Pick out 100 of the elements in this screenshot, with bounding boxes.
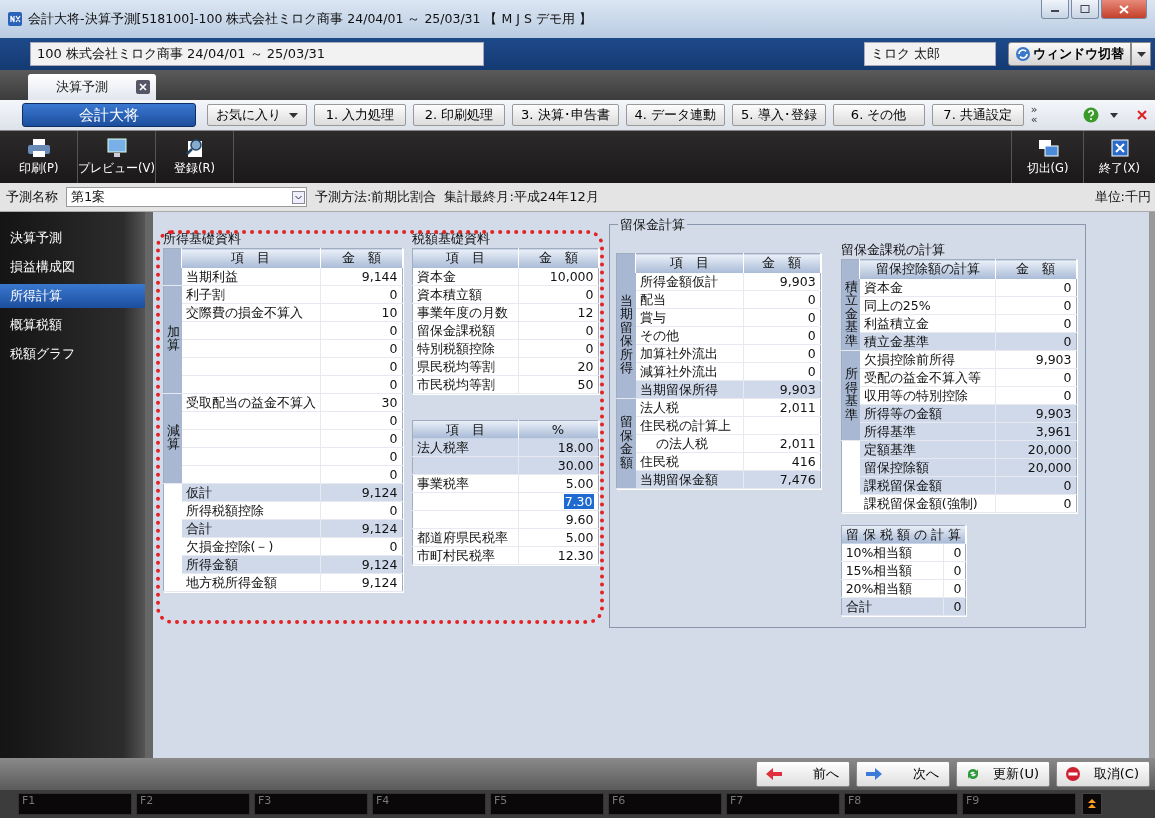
table-cell: 2,011 [743,434,821,452]
column-header: 金 額 [743,253,821,273]
table-cell: 30 [320,393,402,411]
right-arrow-icon [865,767,883,781]
column-header: 金 額 [995,259,1076,279]
table-cell: 2,011 [743,398,821,416]
table-cell: 資本金 [859,278,996,296]
column-header: 留保控除額の計算 [859,259,996,279]
menu-button[interactable]: 6. その他 [832,104,925,126]
close-icon[interactable] [1137,110,1147,120]
table-cell: 0 [995,386,1076,404]
table-cell: 配当 [635,290,744,308]
menu-button[interactable]: 5. 導入･登録 [732,104,826,126]
user-field: ミロク 太郎 [864,42,996,66]
app-button[interactable]: 会計大将 [22,103,196,127]
table-cell: 0 [320,429,402,447]
table-cell: 利益積立金 [859,314,996,332]
close-button[interactable] [1101,0,1147,19]
table-cell: 0 [995,494,1076,512]
tab[interactable]: 決算予測 [28,74,156,100]
forecast-method: 予測方法:前期比割合 [315,188,437,206]
menu-button[interactable]: 1. 入力処理 [314,104,406,126]
caret-icon[interactable] [1131,42,1151,66]
table-cell: 利子割 [181,285,320,303]
group-label: 留保金額 [616,398,636,488]
table-cell: 5.00 [518,528,598,547]
maximize-button[interactable] [1071,0,1099,19]
sidebar-item[interactable]: 所得計算 [0,284,145,308]
table-cell: 0 [320,375,402,393]
action-button[interactable]: 次へ [856,761,950,787]
scroll-arrow[interactable]: « [1030,115,1038,125]
table-cell: 12 [518,303,598,321]
table-cell: 0 [995,368,1076,386]
function-key[interactable]: F4 [372,793,486,815]
expand-button[interactable] [1082,793,1102,815]
function-key[interactable]: F6 [608,793,722,815]
table-cell: 収用等の特別控除 [859,386,996,404]
scroll-arrow[interactable]: » [1030,105,1038,115]
table-cell: 0 [320,357,402,375]
column-header: 金 額 [320,248,402,268]
field-label: 予測名称 [6,188,58,206]
menu-button[interactable]: 3. 決算･申告書 [512,104,619,126]
sidebar-item[interactable]: 損益構成図 [0,255,145,279]
table-cell: 20%相当額 [841,579,944,598]
function-key[interactable]: F2 [136,793,250,815]
window-switch-button[interactable]: ウィンドウ切替 [1008,42,1131,66]
table-cell: 都道府県民税率 [412,528,518,547]
caret-icon[interactable] [1110,112,1118,118]
table-cell: 同上の25% [859,296,996,314]
table-cell: 0 [743,362,821,380]
menu-button[interactable]: お気に入り [207,104,307,126]
action-button[interactable]: 更新(U) [956,761,1050,787]
close-icon[interactable] [136,80,150,94]
double-caret-icon [1088,799,1096,809]
table-title: 税額基礎資料 [411,230,490,248]
table-cell: 市民税均等割 [412,375,518,393]
table-cell: 0 [995,314,1076,332]
table-cell: 7.30 [518,492,598,511]
table-cell: 0 [943,544,966,562]
group-label: 所得基準 [841,350,860,440]
table-cell: 事業税率 [412,474,518,493]
sidebar-item[interactable]: 税額グラフ [0,342,145,366]
action-button[interactable]: 取消(C) [1056,761,1150,787]
printer-icon [26,138,51,158]
table-cell: 課税留保金額(強制) [859,494,996,512]
function-key[interactable]: F7 [726,793,840,815]
sidebar-item[interactable]: 概算税額 [0,313,145,337]
table-cell: 0 [320,447,402,465]
function-key[interactable]: F5 [490,793,604,815]
table-cell: 特別税額控除 [412,339,518,357]
menu-button[interactable]: 4. データ連動 [625,104,726,126]
maximize-icon [1080,5,1090,13]
left-arrow-icon [765,767,783,781]
table-cell: 10,000 [518,267,598,285]
menu-button[interactable]: 7. 共通設定 [931,104,1024,126]
menu-button[interactable]: 2. 印刷処理 [413,104,505,126]
table-cell: 9,903 [995,350,1076,368]
function-key[interactable]: F3 [254,793,368,815]
function-key[interactable]: F9 [962,793,1076,815]
table-cell: の法人税 [635,434,744,452]
table-cell: 0 [743,308,821,326]
table-cell: 交際費の損金不算入 [181,303,320,321]
table-cell: 所得税額控除 [181,501,320,519]
help-icon[interactable] [1083,107,1099,123]
sidebar-item[interactable]: 決算予測 [0,226,145,250]
column-header: % [518,420,598,439]
function-key[interactable]: F8 [844,793,958,815]
function-key[interactable]: F1 [18,793,132,815]
caret-icon [289,112,298,118]
table-cell: 住民税の計算上 [635,416,744,434]
table-cell: 0 [518,339,598,357]
forecast-dropdown[interactable]: 第1案 [66,187,307,207]
group-title: 留保金計算 [617,216,687,234]
minimize-button[interactable] [1041,0,1069,19]
table-cell: 資本金 [412,267,518,285]
last-month: 集計最終月:平成24年12月 [444,188,599,206]
group-label: 当期留保所得 [616,272,636,398]
action-button[interactable]: 前へ [756,761,850,787]
unit-label: 単位:千円 [1094,188,1151,206]
table-cell: 法人税 [635,398,744,416]
